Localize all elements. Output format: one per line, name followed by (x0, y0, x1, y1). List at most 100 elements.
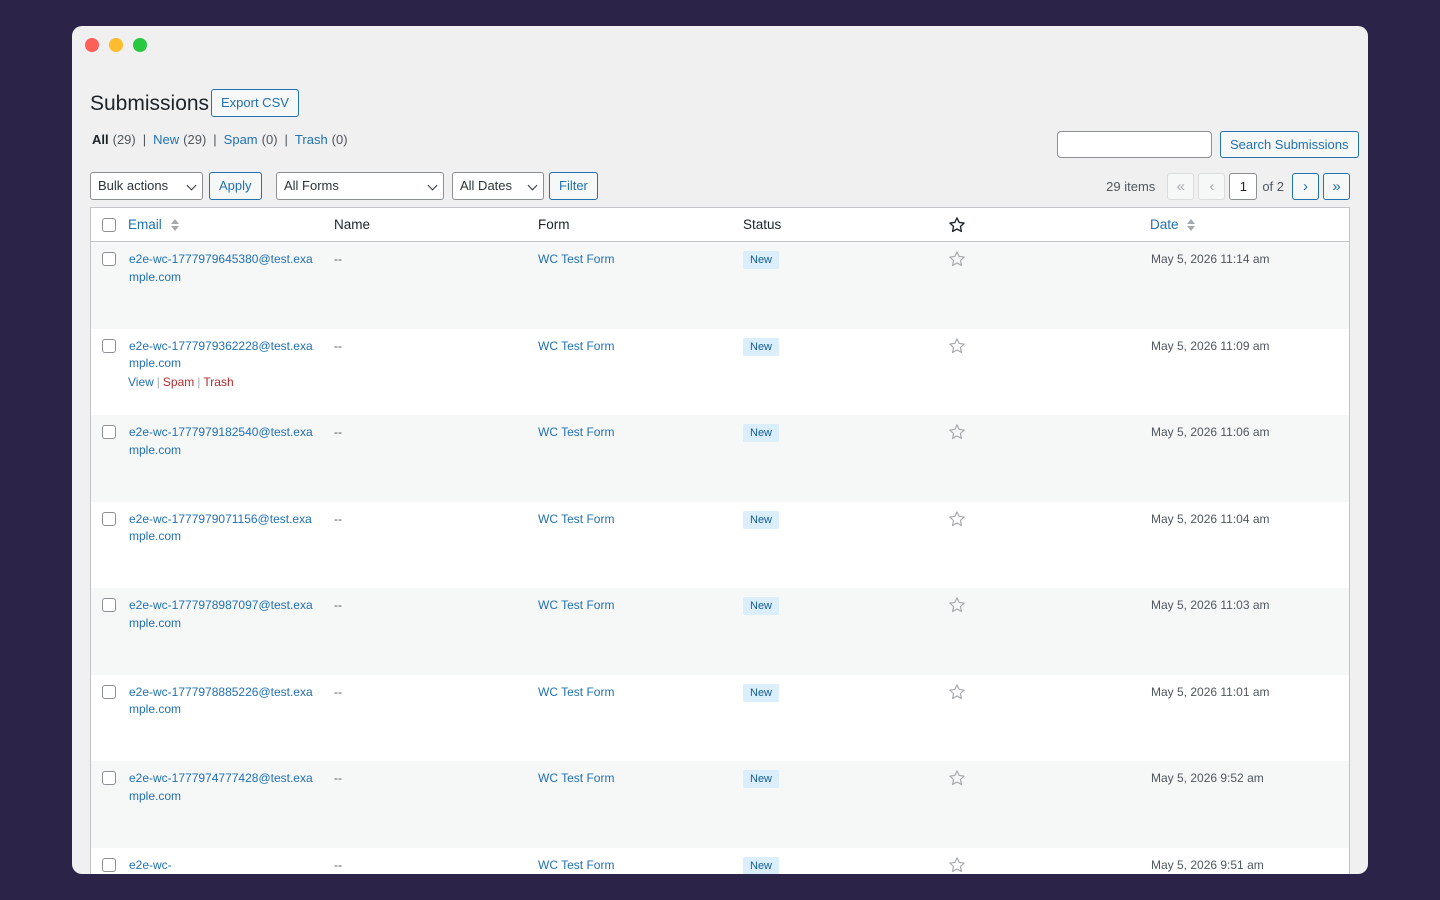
view-new[interactable]: New (29) (153, 132, 206, 148)
table-body: e2e-wc-1777979645380@test.example.com -- W… (91, 242, 1349, 874)
star-outline-icon[interactable] (948, 769, 966, 787)
maximize-window-button[interactable] (133, 38, 147, 52)
trash-action-link[interactable]: Trash (203, 375, 233, 389)
dates-filter-select[interactable]: All Dates (452, 172, 544, 200)
form-link[interactable]: WC Test Form (538, 598, 614, 612)
row-checkbox[interactable] (102, 425, 116, 439)
name-cell: -- (334, 771, 342, 785)
date-cell: May 5, 2026 11:01 am (1151, 684, 1270, 699)
date-sort-link[interactable]: Date (1150, 217, 1179, 232)
form-link[interactable]: WC Test Form (538, 252, 614, 266)
date-cell: May 5, 2026 11:06 am (1151, 425, 1270, 439)
email-cell: e2e-wc- (128, 848, 334, 875)
email-sort-link[interactable]: Email (128, 217, 162, 232)
total-pages: of 2 (1262, 178, 1284, 194)
row-checkbox[interactable] (102, 771, 116, 785)
star-cell (948, 242, 1150, 329)
title-bar (72, 26, 1368, 66)
form-link[interactable]: WC Test Form (538, 771, 614, 785)
filter-button[interactable]: Filter (549, 172, 598, 200)
email-link[interactable]: e2e-wc-1777979071156@test.example.com (128, 511, 318, 546)
star-outline-icon[interactable] (948, 250, 966, 268)
chevron-down-icon (427, 180, 438, 191)
star-cell (948, 329, 1150, 416)
form-cell: WC Test Form (538, 675, 743, 762)
apply-button[interactable]: Apply (209, 172, 262, 200)
email-link[interactable]: e2e-wc-1777974777428@test.example.com (128, 770, 318, 805)
table-header: Email Name Form Status Date (91, 208, 1349, 242)
email-link[interactable]: e2e-wc-1777979645380@test.example.com (128, 251, 318, 286)
email-link[interactable]: e2e-wc-1777978987097@test.example.com (128, 597, 318, 632)
first-page-button: « (1167, 172, 1195, 200)
row-checkbox[interactable] (102, 511, 116, 526)
search-submissions-button[interactable]: Search Submissions (1220, 131, 1359, 158)
browser-window: Submissions Export CSV All (29) | New (29) | S… (72, 26, 1368, 874)
email-link[interactable]: e2e-wc-1777979182540@test.example.com (128, 424, 318, 459)
current-page-input[interactable]: 1 (1229, 172, 1258, 200)
star-cell (948, 588, 1150, 675)
view-link-label[interactable]: New (153, 132, 179, 147)
view-all[interactable]: All (29) (92, 132, 136, 148)
form-link[interactable]: WC Test Form (538, 425, 614, 439)
row-checkbox[interactable] (102, 338, 116, 353)
table-row: e2e-wc-1777978987097@test.example.com -- W… (91, 588, 1349, 675)
status-cell: New (743, 242, 948, 329)
row-checkbox[interactable] (102, 684, 116, 699)
email-column-header[interactable]: Email (128, 217, 334, 232)
name-cell: -- (334, 598, 342, 612)
row-checkbox[interactable] (102, 857, 116, 872)
row-checkbox[interactable] (102, 252, 116, 266)
email-link[interactable]: e2e-wc-1777979362228@test.example.com (128, 338, 318, 373)
search-box: Search Submissions (1057, 131, 1359, 158)
table-row: e2e-wc- -- WC Test Form New May 5, 2026 9:51… (91, 848, 1349, 875)
minimize-window-button[interactable] (109, 38, 123, 52)
view-count: (0) (261, 132, 278, 147)
status-cell: New (743, 761, 948, 848)
bulk-actions-select[interactable]: Bulk actions (90, 172, 203, 200)
form-link[interactable]: WC Test Form (538, 339, 614, 353)
view-link-label[interactable]: Trash (295, 132, 328, 147)
export-csv-button[interactable]: Export CSV (211, 89, 299, 117)
star-outline-icon[interactable] (948, 337, 966, 355)
table-row: e2e-wc-1777979071156@test.example.com -- W… (91, 502, 1349, 589)
status-cell: New (743, 502, 948, 589)
view-separator: | (284, 132, 288, 147)
email-link[interactable]: e2e-wc-1777978885226@test.example.com (128, 684, 318, 719)
forms-filter-select[interactable]: All Forms (276, 172, 444, 200)
view-link-label[interactable]: All (92, 132, 109, 147)
form-link[interactable]: WC Test Form (538, 858, 614, 872)
star-outline-icon[interactable] (948, 683, 966, 701)
close-window-button[interactable] (85, 38, 99, 52)
view-count: (29) (183, 132, 207, 147)
star-outline-icon[interactable] (948, 423, 966, 441)
form-cell: WC Test Form (538, 415, 743, 502)
spam-action-link[interactable]: Spam (163, 375, 194, 389)
table-row: e2e-wc-1777974777428@test.example.com -- W… (91, 761, 1349, 848)
status-cell: New (743, 329, 948, 416)
email-cell: e2e-wc-1777979182540@test.example.com (128, 415, 334, 502)
date-cell: May 5, 2026 11:04 am (1151, 511, 1270, 526)
star-outline-icon[interactable] (948, 856, 966, 874)
status-badge: New (743, 424, 780, 442)
email-link[interactable]: e2e-wc- (128, 857, 318, 875)
star-outline-icon[interactable] (948, 510, 966, 528)
form-link[interactable]: WC Test Form (538, 685, 614, 699)
table-row: e2e-wc-1777979182540@test.example.com -- W… (91, 415, 1349, 502)
view-count: (0) (331, 132, 348, 147)
row-checkbox-cell (91, 848, 128, 875)
view-action-link[interactable]: View (128, 375, 154, 389)
date-column-header[interactable]: Date (1150, 217, 1349, 232)
sort-arrows-icon (1187, 219, 1196, 231)
select-all-checkbox[interactable] (102, 217, 116, 232)
status-badge: New (743, 770, 780, 788)
row-checkbox[interactable] (102, 598, 116, 612)
view-link-label[interactable]: Spam (224, 132, 258, 147)
name-cell: -- (334, 425, 342, 439)
view-spam[interactable]: Spam (0) (224, 132, 278, 148)
next-page-button[interactable]: › (1292, 172, 1319, 200)
star-outline-icon[interactable] (948, 596, 966, 614)
search-input[interactable] (1057, 131, 1212, 158)
last-page-button[interactable]: » (1323, 172, 1350, 200)
view-trash[interactable]: Trash (0) (295, 132, 348, 148)
form-link[interactable]: WC Test Form (538, 512, 614, 526)
